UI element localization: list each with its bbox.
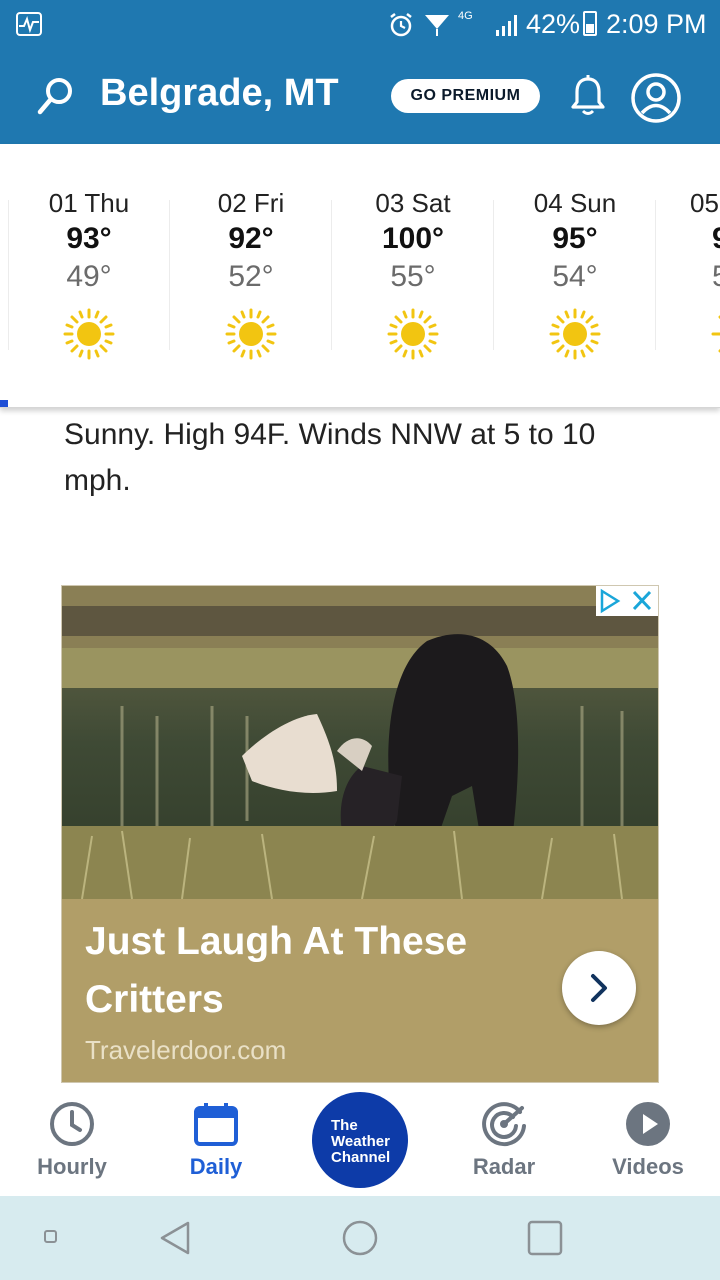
ad-caption: Just Laugh At These Critters Travelerdoo…	[62, 899, 658, 1082]
high-temp: 100°	[381, 222, 445, 255]
tab-radar-label: Radar	[472, 1154, 536, 1179]
wifi-icon	[425, 15, 449, 36]
app-header: Belgrade, MT GO PREMIUM	[0, 48, 720, 144]
clock: 2:09 PM	[606, 9, 707, 39]
daily-forecast-strip[interactable]: 01 Thu 93° 49° 02 Fri 92° 52° 03 Sat 100…	[0, 144, 720, 408]
bottom-navigation: Hourly Daily The Weather Channel Radar V…	[0, 1084, 720, 1196]
sunny-icon	[63, 308, 115, 360]
low-temp: 49°	[66, 260, 112, 293]
network-type-label: 4G	[458, 10, 473, 22]
day-label: 04 Sun	[533, 188, 617, 218]
search-icon[interactable]	[36, 76, 76, 116]
day-label: 01 Thu	[48, 188, 130, 218]
notifications-bell-icon[interactable]	[568, 74, 608, 118]
ad-headline: Just Laugh At These Critters	[85, 920, 468, 1021]
weather-channel-logo[interactable]: The Weather Channel	[312, 1092, 408, 1188]
ad-choices[interactable]	[596, 586, 658, 616]
tab-hourly[interactable]: Hourly	[0, 1084, 144, 1196]
tab-hourly-label: Hourly	[37, 1154, 107, 1179]
weather-app: 4G 42% 2:09 PM Belgrade, MT GO PREMIUM 0…	[0, 0, 720, 1280]
signal-icon	[496, 15, 517, 36]
battery-percent: 42%	[526, 9, 581, 39]
location-title[interactable]: Belgrade, MT	[100, 72, 339, 115]
day-column-sun[interactable]: 04 Sun 95° 54°	[494, 144, 656, 407]
go-premium-button[interactable]: GO PREMIUM	[391, 79, 540, 113]
tab-daily-label: Daily	[189, 1154, 243, 1179]
high-temp: 95°	[552, 222, 598, 255]
day-column-thu[interactable]: 01 Thu 93° 49°	[8, 144, 170, 407]
advertisement[interactable]: Just Laugh At These Critters Travelerdoo…	[61, 585, 659, 1083]
day-column-sat[interactable]: 03 Sat 100° 55°	[332, 144, 494, 407]
sunny-icon	[711, 315, 720, 353]
day-label: 05	[690, 188, 719, 218]
chevron-right-icon	[591, 974, 607, 1002]
tab-daily[interactable]: Daily	[144, 1084, 288, 1196]
calendar-icon	[194, 1103, 238, 1146]
recent-apps-icon[interactable]	[527, 1220, 563, 1256]
radar-icon	[482, 1102, 526, 1147]
battery-icon	[583, 11, 597, 36]
activity-app-icon	[16, 12, 42, 36]
day-column-fri[interactable]: 02 Fri 92° 52°	[170, 144, 332, 407]
low-temp: 55°	[390, 260, 436, 293]
back-icon[interactable]	[158, 1220, 194, 1256]
scroll-position-marker	[0, 400, 8, 407]
day-label: 03 Sat	[375, 188, 451, 218]
ad-moose-image	[62, 586, 658, 899]
system-navigation-bar	[0, 1196, 720, 1280]
clock-icon	[50, 1102, 94, 1146]
logo-text: The Weather Channel	[331, 1117, 391, 1166]
day-column-next[interactable]: 05 9 5	[656, 144, 720, 407]
play-icon	[626, 1102, 670, 1146]
high-temp: 9	[712, 222, 720, 256]
tab-videos[interactable]: Videos	[576, 1084, 720, 1196]
profile-icon[interactable]	[630, 72, 682, 124]
low-temp: 5	[712, 260, 720, 294]
forecast-narrative: Sunny. High 94F. Winds NNW at 5 to 10 mp…	[64, 418, 596, 497]
square-indicator-icon	[44, 1230, 57, 1243]
day-label: 02 Fri	[217, 188, 285, 218]
high-temp: 92°	[228, 222, 274, 255]
sunny-icon	[549, 308, 601, 360]
tab-radar[interactable]: Radar	[432, 1084, 576, 1196]
high-temp: 93°	[66, 222, 112, 255]
sunny-icon	[225, 308, 277, 360]
ad-source: Travelerdoor.com	[85, 1035, 287, 1065]
tab-videos-label: Videos	[612, 1154, 684, 1179]
sunny-icon	[387, 308, 439, 360]
alarm-icon	[390, 13, 412, 37]
ad-cta-button[interactable]	[562, 951, 636, 1025]
home-icon[interactable]	[342, 1220, 378, 1256]
low-temp: 52°	[228, 260, 274, 293]
status-bar: 4G 42% 2:09 PM	[0, 0, 720, 48]
low-temp: 54°	[552, 260, 598, 293]
